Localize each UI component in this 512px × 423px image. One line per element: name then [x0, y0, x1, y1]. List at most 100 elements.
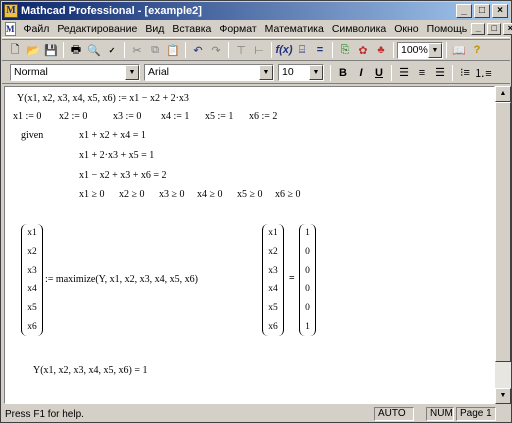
vertical-scrollbar[interactable]: ▲ ▼: [495, 86, 511, 404]
result-value-entry: 0: [305, 246, 310, 257]
toolbar-separator: [63, 42, 64, 58]
cut-icon[interactable]: ✂: [128, 41, 146, 59]
result-values-vector[interactable]: 1 0 0 0 0 1: [299, 224, 316, 336]
zoom-select[interactable]: 100% ▼: [397, 41, 443, 59]
init-x2[interactable]: x2 := 0: [59, 111, 87, 122]
doc-restore-button[interactable]: □: [487, 22, 502, 35]
init-x3[interactable]: x3 := 0: [113, 111, 141, 122]
left-vector-entry: x3: [27, 265, 37, 276]
menu-format[interactable]: Формат: [215, 23, 260, 35]
open-icon[interactable]: 📂: [24, 41, 42, 59]
save-icon[interactable]: 💾: [42, 41, 60, 59]
undo-icon[interactable]: ↶: [189, 41, 207, 59]
bold-button[interactable]: B: [334, 64, 352, 82]
redo-icon[interactable]: ↷: [207, 41, 225, 59]
result-var-entry: x4: [268, 284, 278, 295]
given-keyword[interactable]: given: [21, 130, 43, 141]
insert-unit-icon[interactable]: ⌸: [293, 41, 311, 59]
new-icon[interactable]: 🗋: [6, 41, 24, 59]
scroll-up-button[interactable]: ▲: [495, 86, 511, 102]
insert-function-icon[interactable]: f(x): [275, 41, 293, 59]
align-center-icon[interactable]: ≡: [413, 64, 431, 82]
font-size-select[interactable]: 10 ▼: [278, 64, 324, 81]
result-var-entry: x6: [268, 321, 278, 332]
style-select[interactable]: Normal ▼: [10, 64, 140, 81]
toolbar-separator: [391, 64, 392, 81]
constraint-3[interactable]: x1 − x2 + x3 + x6 = 2: [79, 170, 167, 181]
menu-window[interactable]: Окно: [390, 23, 422, 35]
menu-file[interactable]: Файл: [20, 23, 54, 35]
window-title: Mathcad Professional - [example2]: [21, 5, 202, 17]
menu-edit[interactable]: Редактирование: [53, 23, 141, 35]
print-preview-icon[interactable]: 🔍: [85, 41, 103, 59]
worksheet[interactable]: Y(x1, x2, x3, x4, x5, x6) := x1 − x2 + 2…: [4, 86, 495, 404]
menu-symbolics[interactable]: Символика: [328, 23, 390, 35]
nonneg-x3[interactable]: x3 ≥ 0: [159, 189, 185, 200]
maximize-button[interactable]: □: [474, 4, 490, 18]
left-vector[interactable]: x1 x2 x3 x4 x5 x6: [21, 224, 43, 336]
align-down-icon[interactable]: ⊢: [250, 41, 268, 59]
component-icon[interactable]: ⎘: [336, 41, 354, 59]
chevron-down-icon[interactable]: ▼: [309, 65, 323, 80]
paste-icon[interactable]: 📋: [164, 41, 182, 59]
numbering-icon[interactable]: ⒈≡: [474, 64, 492, 82]
nonneg-x6[interactable]: x6 ≥ 0: [275, 189, 301, 200]
hierarchy-icon[interactable]: ♣: [372, 41, 390, 59]
font-select[interactable]: Arial ▼: [144, 64, 274, 81]
init-x6[interactable]: x6 := 2: [249, 111, 277, 122]
init-x5[interactable]: x5 := 1: [205, 111, 233, 122]
result-vars-vector[interactable]: x1 x2 x3 x4 x5 x6: [262, 224, 284, 336]
minimize-button[interactable]: _: [456, 4, 472, 18]
y-definition[interactable]: Y(x1, x2, x3, x4, x5, x6) := x1 − x2 + 2…: [17, 93, 189, 104]
menu-help[interactable]: Помощь: [423, 23, 472, 35]
resource-icon[interactable]: ✿: [354, 41, 372, 59]
spellcheck-icon[interactable]: ✓: [103, 41, 121, 59]
y-result[interactable]: Y(x1, x2, x3, x4, x5, x6) = 1: [33, 365, 148, 376]
toolbar-separator: [228, 42, 229, 58]
menu-insert[interactable]: Вставка: [168, 23, 215, 35]
calculate-icon[interactable]: =: [311, 41, 329, 59]
nonneg-x4[interactable]: x4 ≥ 0: [197, 189, 223, 200]
menu-math[interactable]: Математика: [261, 23, 328, 35]
copy-icon[interactable]: ⧉: [146, 41, 164, 59]
result-var-entry: x5: [268, 303, 278, 314]
nonneg-x2[interactable]: x2 ≥ 0: [119, 189, 145, 200]
mathcad-app-icon: M: [4, 4, 18, 18]
doc-minimize-button[interactable]: _: [471, 22, 486, 35]
chevron-down-icon[interactable]: ▼: [125, 65, 139, 80]
constraint-1[interactable]: x1 + x2 + x4 = 1: [79, 130, 146, 141]
menu-view[interactable]: Вид: [141, 23, 168, 35]
doc-close-button[interactable]: ×: [503, 22, 512, 35]
chevron-down-icon[interactable]: ▼: [428, 42, 442, 58]
toolbar-separator: [124, 42, 125, 58]
maximize-expression[interactable]: := maximize(Y, x1, x2, x3, x4, x5, x6): [45, 274, 198, 285]
result-var-entry: x1: [268, 228, 278, 238]
scroll-thumb[interactable]: [495, 102, 511, 362]
italic-button[interactable]: I: [352, 64, 370, 82]
print-icon[interactable]: 🖶: [67, 41, 85, 59]
align-across-icon[interactable]: ⊤: [232, 41, 250, 59]
bullets-icon[interactable]: ⁝≡: [456, 64, 474, 82]
underline-button[interactable]: U: [370, 64, 388, 82]
result-equals: =: [289, 273, 295, 284]
result-value-entry: 1: [305, 321, 310, 332]
left-vector-entry: x1: [27, 228, 37, 238]
nonneg-x1[interactable]: x1 ≥ 0: [79, 189, 105, 200]
init-x1[interactable]: x1 := 0: [13, 111, 41, 122]
result-var-entry: x2: [268, 246, 278, 257]
formatting-toolbar: Normal ▼ Arial ▼ 10 ▼ B I U ☰ ≡ ☰ ⁝≡ ⒈≡: [2, 62, 510, 84]
scroll-down-button[interactable]: ▼: [495, 388, 511, 404]
resource-center-icon[interactable]: 📖: [450, 41, 468, 59]
align-right-icon[interactable]: ☰: [431, 64, 449, 82]
result-value-entry: 1: [305, 228, 310, 238]
help-icon[interactable]: ?: [468, 41, 486, 59]
chevron-down-icon[interactable]: ▼: [259, 65, 273, 80]
nonneg-x5[interactable]: x5 ≥ 0: [237, 189, 263, 200]
align-left-icon[interactable]: ☰: [395, 64, 413, 82]
constraint-2[interactable]: x1 + 2·x3 + x5 = 1: [79, 150, 154, 161]
close-button[interactable]: ×: [492, 4, 508, 18]
style-value: Normal: [14, 66, 48, 78]
document-window-controls: _ □ ×: [471, 22, 512, 35]
init-x4[interactable]: x4 := 1: [161, 111, 189, 122]
document-icon[interactable]: M: [5, 21, 16, 36]
